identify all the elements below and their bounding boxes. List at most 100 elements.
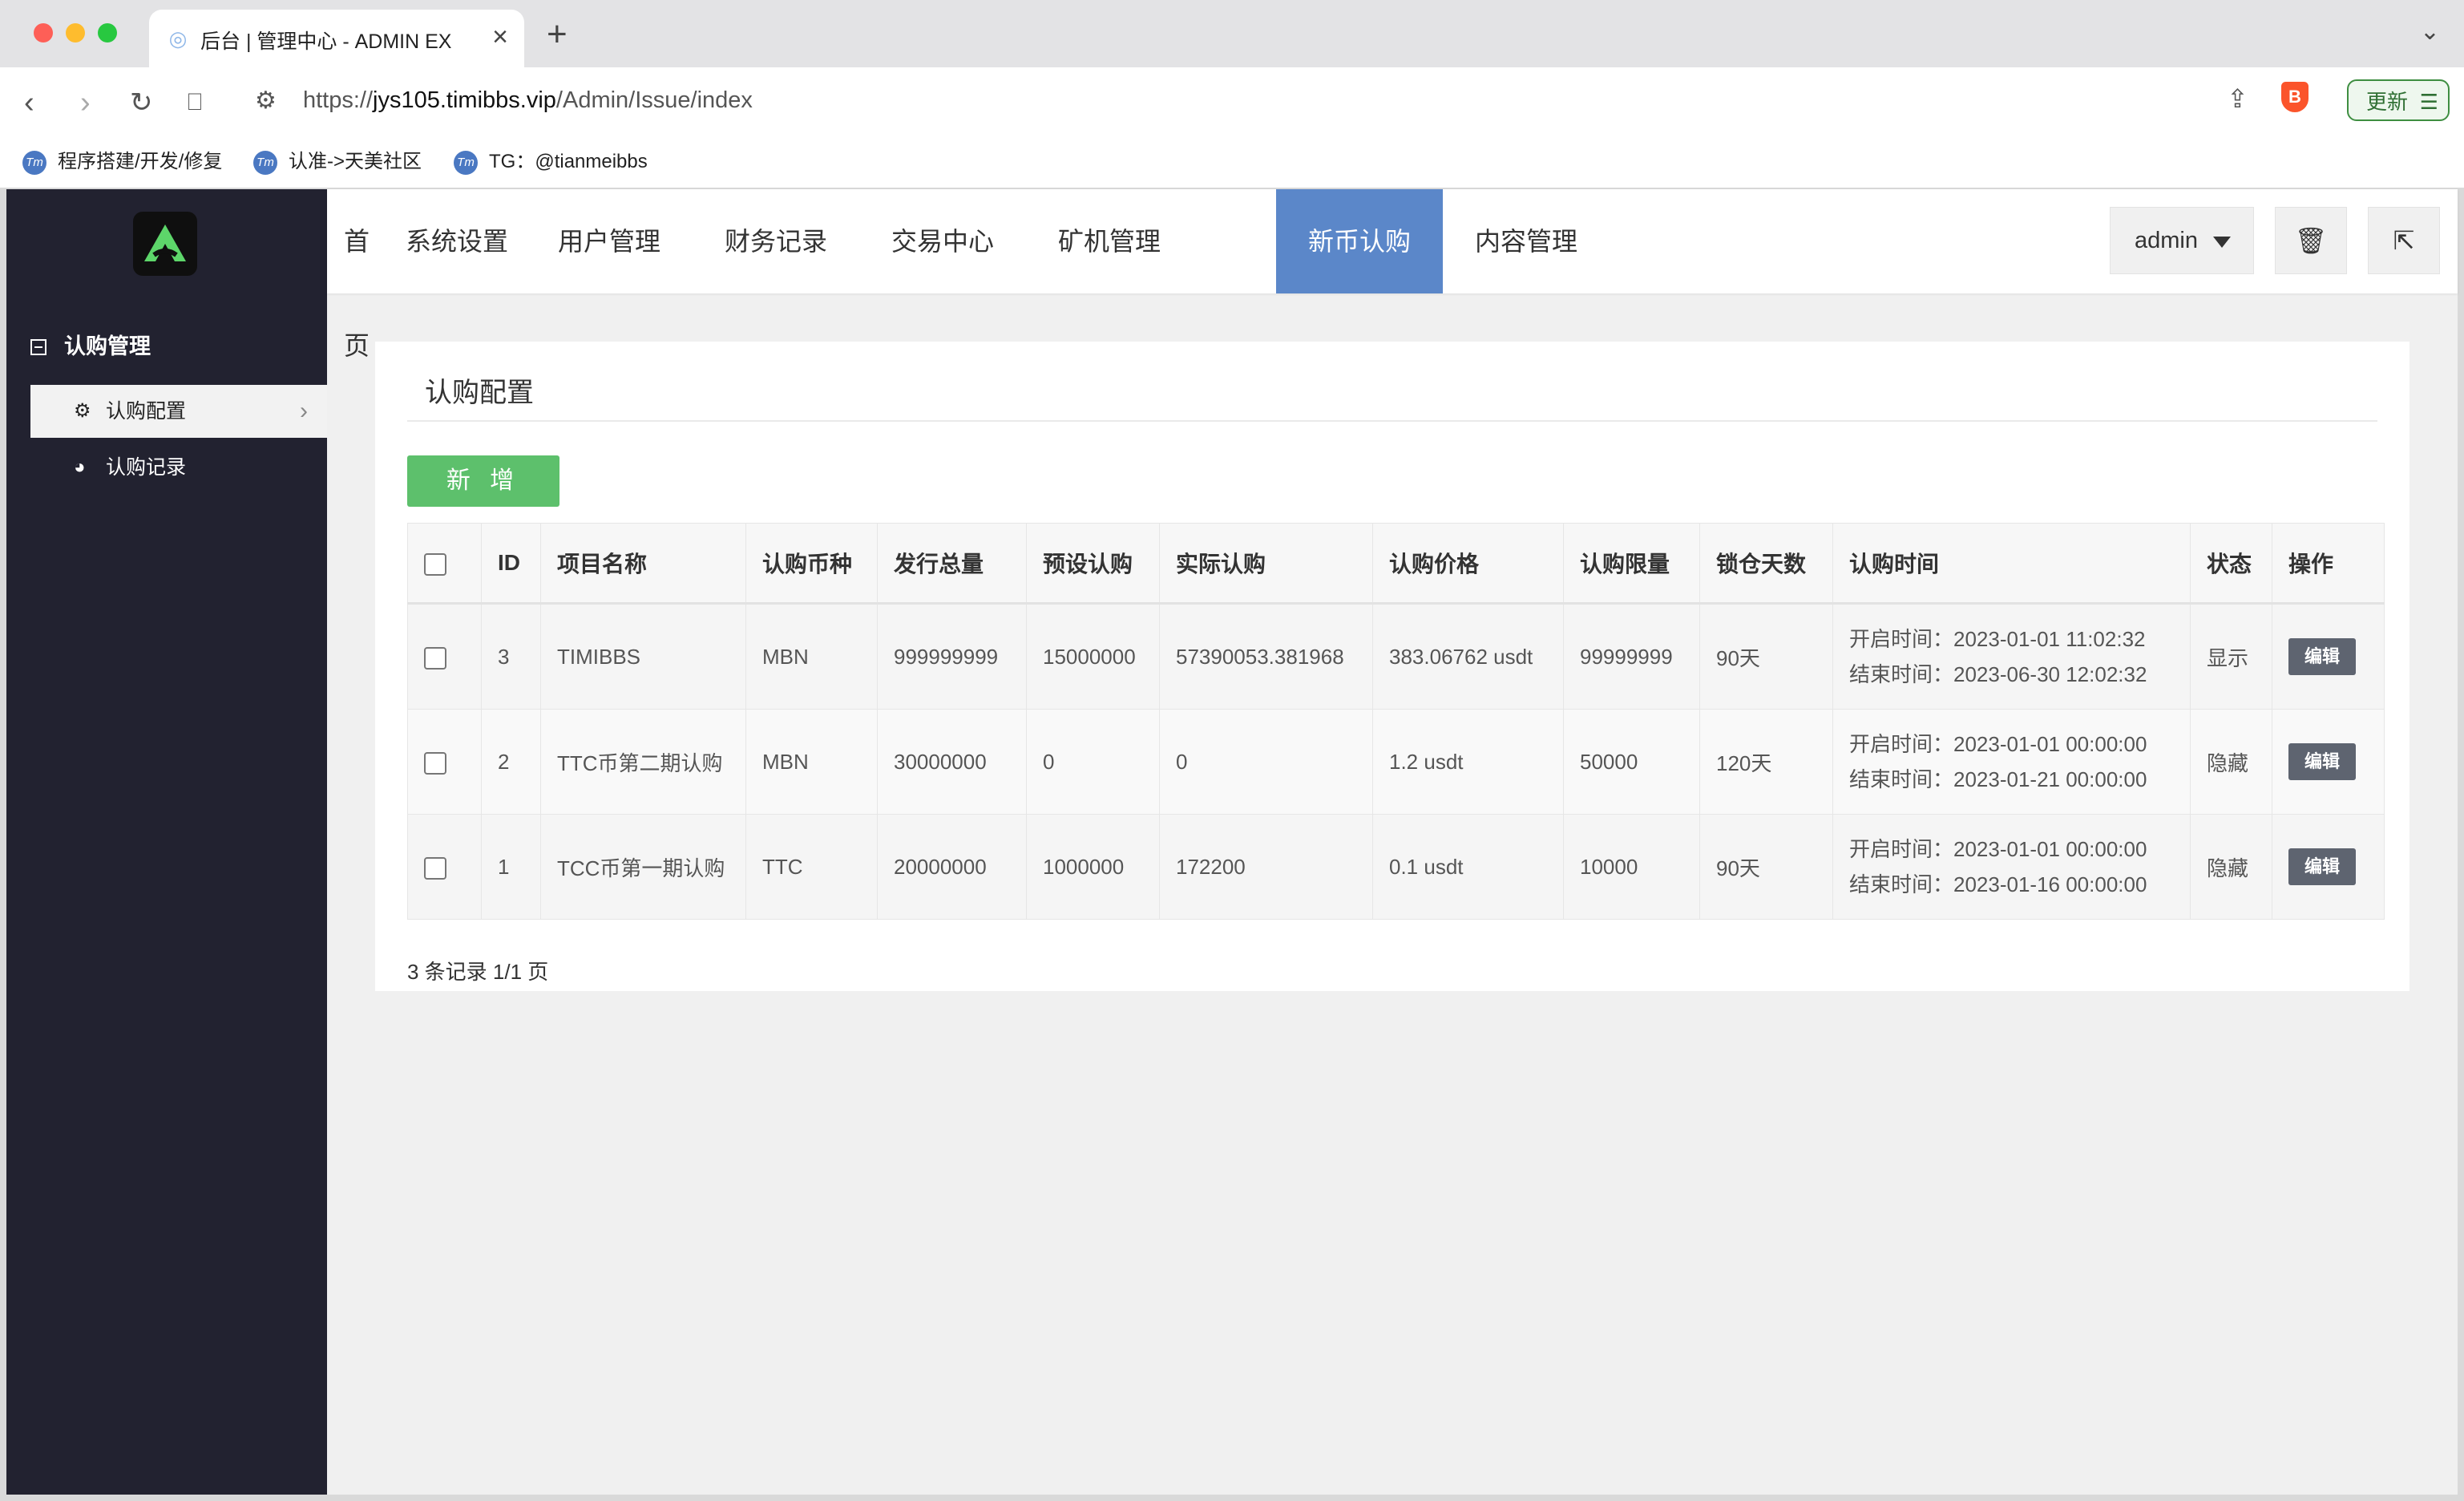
status-cell: 隐藏 (2190, 709, 2272, 815)
tab-content-management[interactable]: 内容管理 (1443, 189, 1610, 293)
table-row: 2 TTC币第二期认购 MBN 30000000 0 0 1.2 usdt 50… (407, 709, 2385, 815)
bookmark-favicon-icon: Tm (253, 150, 277, 175)
column-header: 认购价格 (1372, 523, 1564, 605)
minimize-window-button[interactable] (66, 23, 85, 42)
new-tab-icon[interactable]: + (547, 14, 568, 55)
url-scheme: https:// (303, 87, 374, 113)
edit-button[interactable]: 编辑 (2288, 638, 2356, 675)
limit-cell: 99999999 (1563, 603, 1700, 710)
url-text[interactable]: https://jys105.timibbs.vip/Admin/Issue/i… (303, 87, 753, 114)
tab-finance-records[interactable]: 财务记录 (693, 189, 859, 293)
edit-button[interactable]: 编辑 (2288, 743, 2356, 780)
table-row: 3 TIMIBBS MBN 999999999 15000000 5739005… (407, 603, 2385, 710)
id-cell: 2 (481, 709, 541, 815)
collapse-icon (30, 339, 46, 355)
start-time: 开启时间：2023-01-01 11:02:32 (1849, 627, 2146, 651)
subscription-table: ID 项目名称 认购币种 发行总量 预设认购 实际认购 认购价格 认购限量 锁仓… (407, 523, 2385, 920)
tab-new-coin-subscription[interactable]: 新币认购 (1276, 189, 1443, 293)
forward-icon[interactable]: › (80, 85, 91, 120)
status-cell: 显示 (2190, 603, 2272, 710)
top-navigation: 首页 系统设置 用户管理 财务记录 交易中心 矿机管理 新币认购 内容管理 ad… (327, 189, 2458, 360)
action-cell: 编辑 (2272, 603, 2385, 710)
bookmark-label: 程序搭建/开发/修复 (58, 151, 223, 172)
bookmark-item[interactable]: Tm 程序搭建/开发/修复 (22, 146, 222, 178)
name-cell: TTC币第二期认购 (540, 709, 746, 815)
limit-cell: 10000 (1563, 814, 1700, 920)
admin-user-dropdown[interactable]: admin (2110, 207, 2254, 274)
bookmark-icon[interactable]: ⎕ (188, 85, 202, 120)
title-divider (407, 420, 2377, 422)
app-logo[interactable] (133, 212, 197, 276)
column-header: 状态 (2190, 523, 2272, 605)
lock-days-cell: 90天 (1699, 603, 1833, 710)
tab-trading-center[interactable]: 交易中心 (859, 189, 1026, 293)
start-time: 开启时间：2023-01-01 00:00:00 (1849, 732, 2147, 756)
lock-days-cell: 90天 (1699, 814, 1833, 920)
column-header: 锁仓天数 (1699, 523, 1833, 605)
select-all-cell (407, 523, 482, 605)
maximize-window-button[interactable] (98, 23, 117, 42)
add-button[interactable]: 新 增 (407, 455, 559, 507)
row-checkbox[interactable] (424, 646, 446, 670)
caret-down-icon (2213, 237, 2231, 248)
share-icon[interactable]: ⇪ (2227, 83, 2248, 114)
action-cell: 编辑 (2272, 709, 2385, 815)
row-checkbox[interactable] (424, 856, 446, 880)
column-header: 预设认购 (1026, 523, 1160, 605)
end-time: 结束时间：2023-01-16 00:00:00 (1849, 872, 2147, 896)
preset-cell: 1000000 (1026, 814, 1160, 920)
table-row: 1 TCC币第一期认购 TTC 20000000 1000000 172200 … (407, 814, 2385, 920)
column-header: 认购时间 (1832, 523, 2191, 605)
preset-cell: 0 (1026, 709, 1160, 815)
end-time: 结束时间：2023-01-21 00:00:00 (1849, 767, 2147, 791)
bookmark-item[interactable]: Tm 认准->天美社区 (253, 146, 422, 178)
total-cell: 20000000 (877, 814, 1027, 920)
price-cell: 1.2 usdt (1372, 709, 1564, 815)
action-cell: 编辑 (2272, 814, 2385, 920)
total-cell: 999999999 (877, 603, 1027, 710)
browser-titlebar: ◎ 后台 | 管理中心 - ADMIN EX × + ⌄ (0, 0, 2464, 67)
column-header: 发行总量 (877, 523, 1027, 605)
coin-cell: TTC (745, 814, 878, 920)
update-button[interactable]: 更新 ☰ (2347, 79, 2450, 121)
column-header: 操作 (2272, 523, 2385, 605)
clear-cache-button[interactable]: 🗑 (2275, 207, 2347, 274)
sidebar-group-subscription[interactable]: 认购管理 (30, 329, 151, 360)
sidebar-item-subscription-config[interactable]: ⚙ 认购配置 › (30, 385, 327, 438)
name-cell: TCC币第一期认购 (540, 814, 746, 920)
tab-user-management[interactable]: 用户管理 (526, 189, 693, 293)
actual-cell: 57390053.381968 (1159, 603, 1373, 710)
name-cell: TIMIBBS (540, 603, 746, 710)
tab-close-icon[interactable]: × (492, 21, 508, 53)
price-cell: 383.06762 usdt (1372, 603, 1564, 710)
sidebar-item-subscription-records[interactable]: ◕ 认购记录 (30, 441, 327, 494)
url-path: /Admin/Issue/index (555, 87, 753, 113)
close-window-button[interactable] (34, 23, 53, 42)
status-cell: 隐藏 (2190, 814, 2272, 920)
sidebar-item-label: 认购配置 (106, 400, 187, 423)
bookmark-item[interactable]: Tm TG：@tianmeibbs (454, 146, 648, 178)
logout-button[interactable]: ⇱ (2368, 207, 2440, 274)
site-settings-icon[interactable]: ⚙ (255, 87, 277, 115)
back-icon[interactable]: ‹ (24, 85, 34, 120)
time-cell: 开启时间：2023-01-01 00:00:00 结束时间：2023-01-16 … (1832, 814, 2191, 920)
admin-username: admin (2135, 228, 2198, 253)
tab-miner-management[interactable]: 矿机管理 (1026, 189, 1193, 293)
edit-button[interactable]: 编辑 (2288, 848, 2356, 885)
select-all-checkbox[interactable] (424, 552, 446, 576)
column-header: 实际认购 (1159, 523, 1373, 605)
browser-tab[interactable]: ◎ 后台 | 管理中心 - ADMIN EX × (149, 10, 524, 67)
globe-icon: ◕ (74, 456, 86, 478)
preset-cell: 15000000 (1026, 603, 1160, 710)
tab-home[interactable]: 首页 (335, 189, 378, 360)
exit-icon: ⇱ (2393, 226, 2415, 255)
bookmark-favicon-icon: Tm (22, 150, 46, 175)
brave-shield-icon[interactable]: B (2281, 82, 2308, 112)
bookmark-label: TG：@tianmeibbs (489, 151, 648, 172)
reload-icon[interactable]: ↻ (130, 85, 153, 120)
row-checkbox[interactable] (424, 751, 446, 775)
tab-system-settings[interactable]: 系统设置 (388, 189, 526, 293)
total-cell: 30000000 (877, 709, 1027, 815)
tab-list-chevron-icon[interactable]: ⌄ (2420, 18, 2440, 46)
sidebar: 认购管理 ⚙ 认购配置 › ◕ 认购记录 (6, 189, 327, 1495)
